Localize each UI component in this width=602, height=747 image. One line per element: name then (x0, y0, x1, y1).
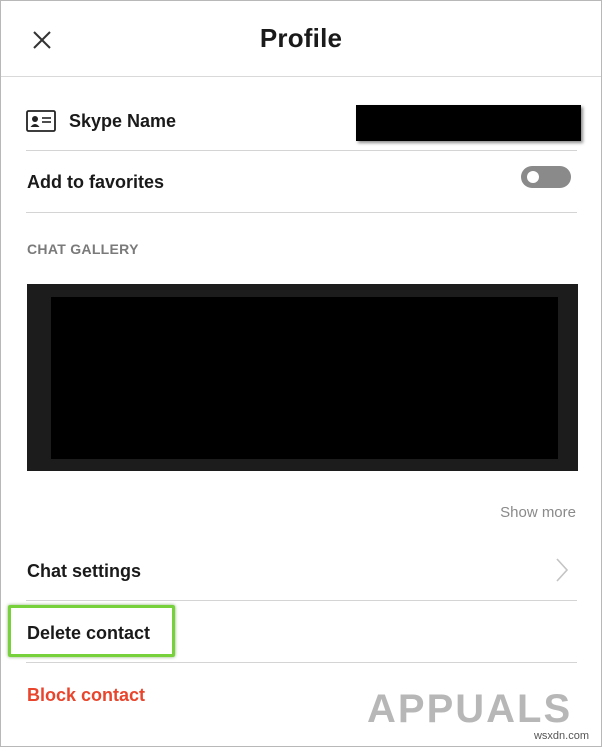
toggle-knob (527, 171, 539, 183)
page-title: Profile (259, 23, 343, 53)
delete-contact-highlight (8, 605, 175, 657)
skype-name-row: Skype Name (26, 102, 581, 151)
skype-name-label: Skype Name (69, 111, 177, 131)
block-contact-label: Block contact (27, 685, 146, 705)
contact-card-icon (26, 110, 56, 132)
source-mark: wsxdn.com (533, 730, 589, 742)
chat-settings-row[interactable]: Chat settings (26, 539, 577, 601)
chat-gallery-header: CHAT GALLERY (27, 241, 139, 257)
favorites-label: Add to favorites (27, 172, 165, 192)
show-more-link[interactable]: Show more (500, 504, 576, 521)
profile-panel: Profile Skype Name Add to favorites CHAT… (0, 0, 602, 747)
chat-gallery-image-redacted (51, 297, 558, 459)
skype-name-value-redacted (356, 105, 581, 141)
chat-settings-label: Chat settings (27, 561, 142, 581)
favorites-toggle[interactable] (521, 166, 571, 188)
favorites-row[interactable]: Add to favorites (26, 151, 577, 213)
profile-header: Profile (1, 1, 601, 77)
chevron-right-icon (554, 557, 570, 583)
chat-gallery[interactable] (27, 284, 578, 471)
